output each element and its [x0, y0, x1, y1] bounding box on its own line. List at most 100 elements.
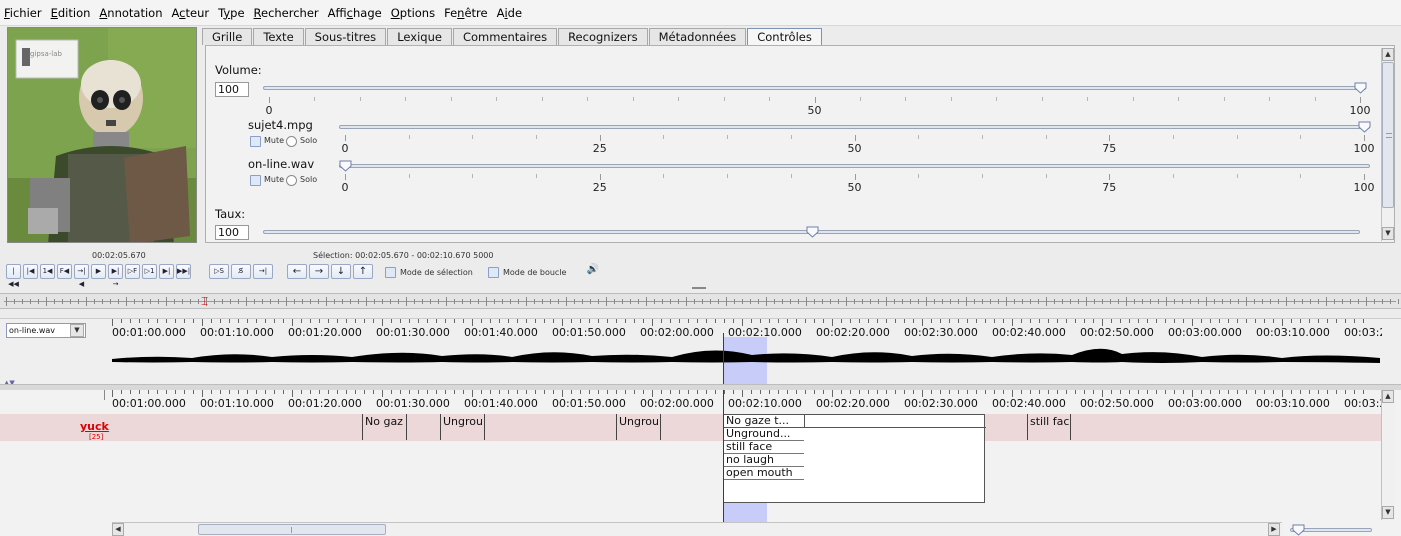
zoom-slider[interactable]: [1290, 524, 1372, 536]
ruler-tick: [157, 390, 158, 394]
menu-3[interactable]: Acteur: [171, 6, 209, 20]
menu-1[interactable]: Edition: [51, 6, 91, 20]
volume-slider-track[interactable]: [263, 86, 1366, 90]
ruler-tick: [877, 319, 878, 323]
transport-button-7[interactable]: ▷F: [125, 264, 140, 279]
loop-mode-checkbox[interactable]: [488, 267, 499, 278]
overview-tick: [958, 299, 959, 304]
track-slider-1-thumb[interactable]: [339, 160, 352, 172]
controls-scroll-thumb[interactable]: [1382, 62, 1394, 208]
scroll-right-icon[interactable]: ▶: [1268, 523, 1280, 536]
arrow-button-2[interactable]: ↓: [331, 264, 351, 279]
selection-button-1[interactable]: S̸: [231, 264, 251, 279]
menu-4[interactable]: Type: [218, 6, 244, 20]
waveform-viewer[interactable]: on-line.wav ▼ ▲▼ 00:01:00.000 00:01:10.00…: [0, 318, 1401, 387]
ruler-tick: [1345, 390, 1346, 394]
arrow-button-3[interactable]: ↑: [353, 264, 373, 279]
menu-5[interactable]: Rechercher: [254, 6, 319, 20]
rate-value-field[interactable]: 100: [215, 225, 249, 240]
menu-2[interactable]: Annotation: [99, 6, 162, 20]
rate-slider-thumb[interactable]: [806, 226, 819, 238]
scroll-down-icon[interactable]: ▼: [1382, 227, 1394, 240]
ruler-tick: [1147, 319, 1148, 323]
menu-label-post: echercher: [261, 5, 319, 20]
ruler-tick: [1318, 319, 1319, 323]
mute-checkbox-1[interactable]: [250, 175, 261, 186]
overview-tick: [1078, 299, 1079, 304]
overview-tick: [1326, 297, 1327, 306]
zoom-slider-thumb[interactable]: [1292, 524, 1305, 536]
ruler-tick: [715, 390, 716, 394]
tier-name[interactable]: yuck: [80, 420, 109, 433]
timeline-viewer[interactable]: 00:01:00.000 00:01:10.000 00:01:20.000 00:0…: [0, 390, 1401, 536]
dropdown-option[interactable]: open mouth: [724, 467, 804, 480]
tab-0[interactable]: Grille: [202, 28, 253, 45]
menu-7[interactable]: Options: [391, 6, 435, 20]
speaker-icon[interactable]: 🔊: [584, 264, 602, 279]
track-slider-0-thumb[interactable]: [1358, 121, 1371, 133]
annotation-cell[interactable]: No gaz: [362, 414, 407, 440]
scroll-left-icon[interactable]: ◀: [112, 523, 124, 536]
tab-5[interactable]: Recognizers: [558, 28, 648, 45]
track-slider-0-track[interactable]: [339, 125, 1370, 129]
ruler-tick: [337, 319, 338, 323]
ruler-tick: [832, 390, 833, 397]
arrow-button-0[interactable]: ←: [287, 264, 307, 279]
menu-9[interactable]: Aide: [497, 6, 522, 20]
volume-value-field[interactable]: 100: [215, 82, 249, 97]
video-viewer: gipsa-lab: [7, 27, 197, 243]
horizontal-scroll-thumb[interactable]: [198, 524, 386, 535]
transport-button-6[interactable]: ▶|→: [108, 264, 123, 288]
annotation-cell[interactable]: Ungrou: [440, 414, 485, 440]
transport-button-3[interactable]: F◀: [57, 264, 72, 279]
tab-2[interactable]: Sous-titres: [304, 28, 387, 45]
transport-button-10[interactable]: ▶▶|: [176, 264, 191, 279]
tab-3[interactable]: Lexique: [387, 28, 452, 45]
ruler-tick: [301, 390, 302, 394]
overview-timeline[interactable]: ⌶: [0, 293, 1401, 309]
volume-slider-thumb[interactable]: [1354, 82, 1367, 94]
annotation-cell[interactable]: Ungrou: [616, 414, 661, 440]
transport-button-9[interactable]: ▶|: [159, 264, 174, 279]
timeline-vertical-scrollbar[interactable]: ▲ ▼: [1381, 390, 1395, 520]
tab-4[interactable]: Commentaires: [452, 28, 558, 45]
timeline-horizontal-scrollbar[interactable]: ◀ ▶: [112, 522, 1282, 536]
controls-vertical-scrollbar[interactable]: ▲ ▼: [1381, 48, 1394, 241]
overview-tick: [398, 299, 399, 304]
ruler-tick: [418, 390, 419, 394]
arrow-button-1[interactable]: →: [309, 264, 329, 279]
splitter-handle[interactable]: [692, 287, 706, 289]
ruler-tick: [292, 319, 293, 326]
scroll-down-icon[interactable]: ▼: [1382, 506, 1394, 519]
overview-cursor-icon[interactable]: ⌶: [201, 294, 211, 309]
solo-radio-1[interactable]: [286, 175, 297, 186]
menu-8[interactable]: Fenêtre: [444, 6, 488, 20]
overview-tick: [942, 299, 943, 304]
solo-radio-0[interactable]: [286, 136, 297, 147]
annotation-value-dropdown[interactable]: No gaze t... Unground... still face no lau…: [723, 414, 986, 503]
transport-button-0[interactable]: |◀◀: [6, 264, 21, 288]
transport-button-1[interactable]: |◀: [23, 264, 38, 279]
transport-button-5[interactable]: ▶: [91, 264, 106, 279]
tab-7[interactable]: Contrôles: [747, 28, 822, 45]
menu-0[interactable]: Fichier: [4, 6, 42, 20]
transport-button-4[interactable]: →|◀: [74, 264, 89, 288]
tab-6[interactable]: Métadonnées: [648, 28, 747, 45]
mute-checkbox-0[interactable]: [250, 136, 261, 147]
selection-button-0[interactable]: ▷S: [209, 264, 229, 279]
transport-button-2[interactable]: 1◀: [40, 264, 55, 279]
track-slider-1-track[interactable]: [339, 164, 1370, 168]
overview-tick: [1158, 299, 1159, 304]
scroll-up-icon[interactable]: ▲: [1382, 390, 1394, 403]
transport-button-8[interactable]: ▷1: [142, 264, 157, 279]
selection-button-2[interactable]: →|: [253, 264, 273, 279]
chevron-down-icon[interactable]: ▼: [70, 324, 84, 337]
tab-1[interactable]: Texte: [253, 28, 304, 45]
overview-tick: [1102, 299, 1103, 304]
menu-6[interactable]: Affichage: [328, 6, 382, 20]
tier-row-yuck[interactable]: [0, 414, 1382, 441]
overview-tick: [54, 299, 55, 304]
selection-mode-checkbox[interactable]: [385, 267, 396, 278]
scroll-up-icon[interactable]: ▲: [1382, 48, 1394, 61]
annotation-cell[interactable]: still fac: [1027, 414, 1071, 440]
